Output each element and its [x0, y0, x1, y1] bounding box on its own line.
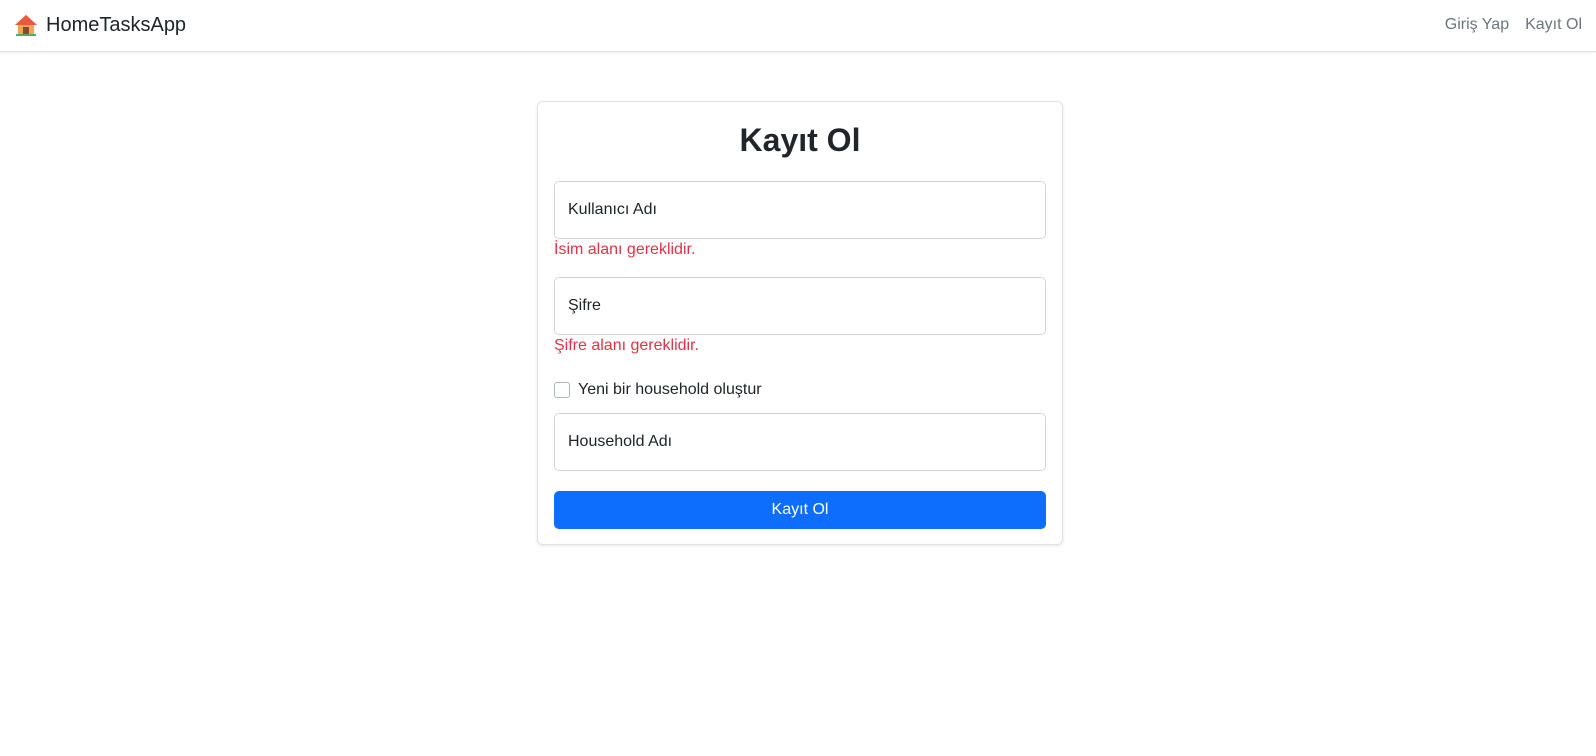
- username-field[interactable]: Kullanıcı Adı: [554, 181, 1046, 239]
- nav-link-login[interactable]: Giriş Yap: [1445, 14, 1509, 36]
- navbar: HomeTasksApp Giriş Yap Kayıt Ol: [0, 0, 1596, 52]
- nav-links: Giriş Yap Kayıt Ol: [1445, 14, 1582, 36]
- username-label: Kullanıcı Adı: [568, 201, 657, 218]
- create-household-checkbox[interactable]: [554, 382, 570, 398]
- brand-link[interactable]: HomeTasksApp: [14, 12, 186, 38]
- password-field[interactable]: Şifre: [554, 277, 1046, 335]
- nav-link-register[interactable]: Kayıt Ol: [1525, 14, 1582, 36]
- household-name-label: Household Adı: [568, 433, 673, 450]
- create-household-label[interactable]: Yeni bir household oluştur: [578, 380, 762, 400]
- username-error: İsim alanı gereklidir.: [554, 241, 696, 258]
- brand-text: HomeTasksApp: [46, 14, 187, 36]
- register-card: Kayıt Ol Kullanıcı Adı İsim alanı gerekl…: [537, 101, 1063, 545]
- household-name-field[interactable]: Household Adı: [554, 413, 1046, 471]
- register-button[interactable]: Kayıt Ol: [554, 491, 1046, 529]
- create-household-row: Yeni bir household oluştur: [554, 380, 762, 400]
- page-title: Kayıt Ol: [739, 122, 861, 158]
- house-icon: [14, 14, 38, 36]
- password-label: Şifre: [568, 297, 601, 314]
- password-error: Şifre alanı gereklidir.: [554, 337, 699, 354]
